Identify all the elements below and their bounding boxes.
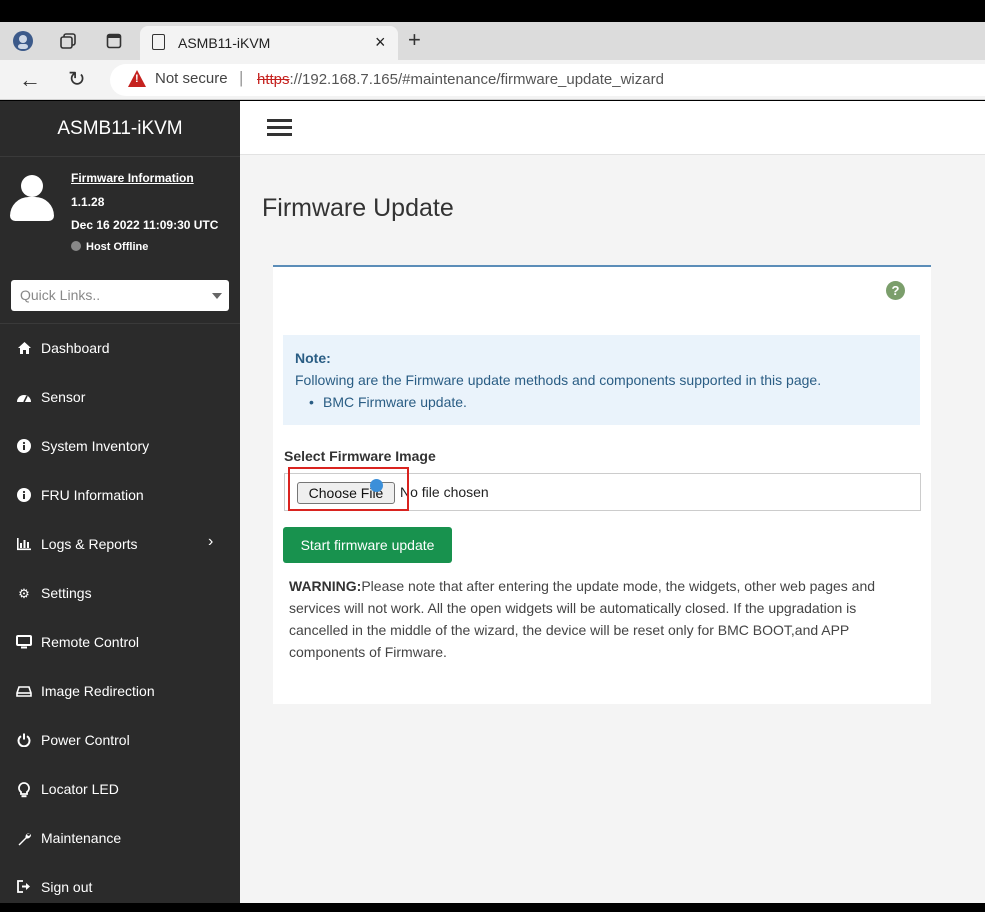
quick-links-placeholder: Quick Links.. xyxy=(20,287,101,303)
page-title: Firmware Update xyxy=(262,194,454,222)
note-box: Note: Following are the Firmware update … xyxy=(283,335,920,425)
sidebar-item-settings[interactable]: ⚙ Settings xyxy=(0,569,240,618)
main-header xyxy=(240,101,985,155)
quick-links-select[interactable]: Quick Links.. xyxy=(11,280,229,311)
firmware-date: Dec 16 2022 11:09:30 UTC xyxy=(71,218,219,232)
avatar xyxy=(10,175,54,223)
tab-actions-icon[interactable] xyxy=(103,30,125,52)
user-block: Firmware Information 1.1.28 Dec 16 2022 … xyxy=(0,157,240,267)
sidebar-item-locator-led[interactable]: Locator LED xyxy=(0,765,240,814)
new-tab-icon[interactable]: + xyxy=(408,27,421,53)
back-icon[interactable]: ← xyxy=(19,67,41,93)
sign-out-icon xyxy=(16,880,32,896)
url-field[interactable]: ! Not secure | https://192.168.7.165/#ma… xyxy=(110,64,985,96)
page-icon xyxy=(152,34,165,50)
brand-title: ASMB11-iKVM xyxy=(0,101,240,157)
info-icon xyxy=(16,488,32,504)
warning-icon[interactable]: ! xyxy=(128,70,146,87)
help-icon[interactable]: ? xyxy=(886,281,905,300)
warning-message: WARNING:Please note that after entering … xyxy=(289,578,876,660)
not-secure-label[interactable]: Not secure xyxy=(155,70,228,87)
bulb-icon xyxy=(16,782,32,798)
gear-icon: ⚙ xyxy=(18,586,30,601)
file-status: No file chosen xyxy=(400,484,489,500)
refresh-icon[interactable]: ↻ xyxy=(68,67,86,92)
sidebar-item-remote-control[interactable]: Remote Control xyxy=(0,618,240,667)
url-separator: | xyxy=(239,68,244,87)
sidebar-item-dashboard[interactable]: Dashboard xyxy=(0,324,240,373)
sidebar-item-image-redirection[interactable]: Image Redirection xyxy=(0,667,240,716)
drive-icon xyxy=(16,684,32,700)
gauge-icon xyxy=(16,390,32,406)
close-tab-icon[interactable]: × xyxy=(375,32,386,53)
chevron-right-icon: › xyxy=(208,533,214,550)
note-bullet: BMC Firmware update. xyxy=(309,394,467,410)
highlight-box xyxy=(288,467,409,511)
url-text[interactable]: https://192.168.7.165/#maintenance/firmw… xyxy=(257,71,664,88)
collections-icon[interactable] xyxy=(57,30,79,52)
tab-title: ASMB11-iKVM xyxy=(178,35,271,51)
sidebar-item-system-inventory[interactable]: System Inventory xyxy=(0,422,240,471)
monitor-icon xyxy=(16,635,32,651)
sidebar-item-logs-reports[interactable]: Logs & Reports › xyxy=(0,520,240,569)
status-dot-icon xyxy=(71,241,81,251)
power-icon xyxy=(16,733,32,749)
cursor-badge-icon xyxy=(370,479,383,492)
wrench-icon xyxy=(16,831,32,847)
home-icon xyxy=(16,341,32,357)
firmware-information-link[interactable]: Firmware Information xyxy=(71,171,194,185)
sidebar: ASMB11-iKVM Firmware Information 1.1.28 … xyxy=(0,101,240,903)
address-bar: ← ↻ ! Not secure | https://192.168.7.165… xyxy=(0,60,985,100)
browser-tab-strip: ASMB11-iKVM × xyxy=(0,22,985,60)
note-description: Following are the Firmware update method… xyxy=(295,372,822,388)
start-firmware-update-button[interactable]: Start firmware update xyxy=(283,527,452,563)
note-title: Note: xyxy=(295,350,331,366)
screen-top-border xyxy=(0,0,985,22)
browser-tab-active[interactable]: ASMB11-iKVM × xyxy=(140,26,398,60)
sidebar-item-fru-information[interactable]: FRU Information xyxy=(0,471,240,520)
main-content: Firmware Update ? Note: Following are th… xyxy=(240,101,985,903)
sidebar-item-sign-out[interactable]: Sign out xyxy=(0,863,240,912)
info-icon xyxy=(16,439,32,455)
firmware-version: 1.1.28 xyxy=(71,195,105,209)
host-status: Host Offline xyxy=(71,241,148,253)
bar-chart-icon xyxy=(16,537,32,553)
sidebar-menu: Dashboard Sensor System Inventory FRU In… xyxy=(0,323,240,912)
sidebar-item-power-control[interactable]: Power Control xyxy=(0,716,240,765)
profile-icon[interactable] xyxy=(12,30,34,52)
select-firmware-label: Select Firmware Image xyxy=(284,448,436,464)
menu-toggle-icon[interactable] xyxy=(267,119,292,137)
sidebar-item-sensor[interactable]: Sensor xyxy=(0,373,240,422)
chevron-down-icon xyxy=(212,293,222,299)
firmware-update-card: ? Note: Following are the Firmware updat… xyxy=(273,265,931,704)
sidebar-item-maintenance[interactable]: Maintenance xyxy=(0,814,240,863)
